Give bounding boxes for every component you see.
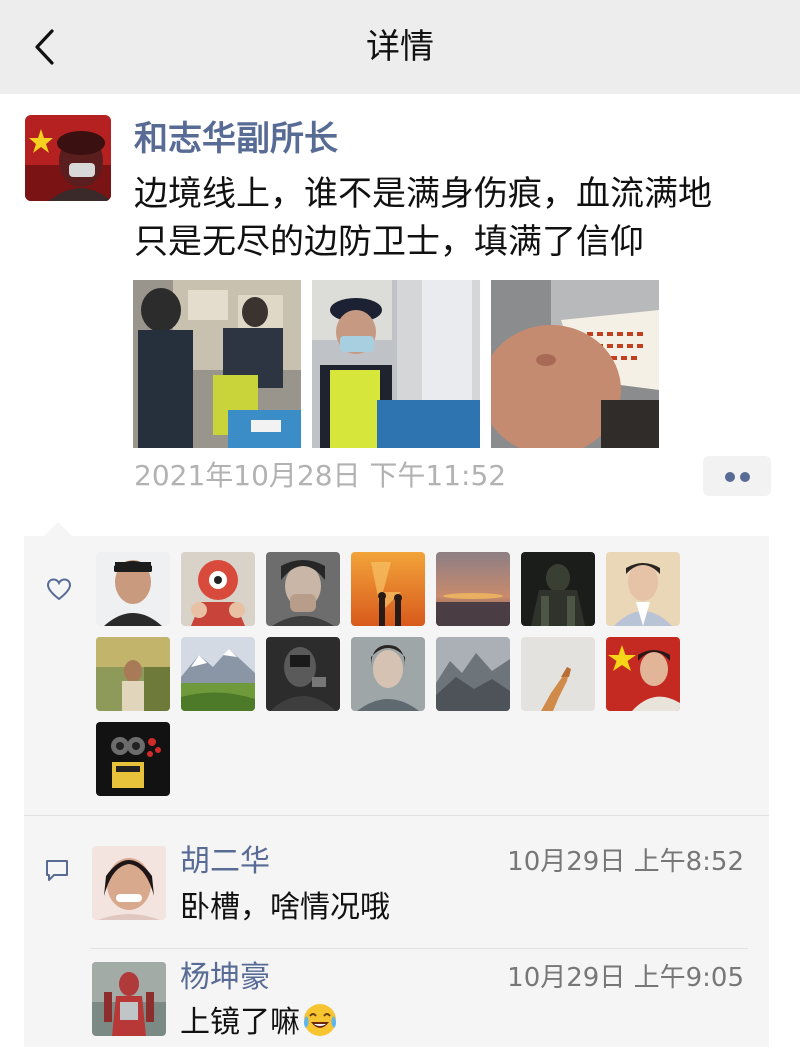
post-text-line: 只是无尽的边防卫士，填满了信仰: [134, 222, 644, 262]
post-text-line: 边境线上，谁不是满身伤痕，血流满地: [134, 174, 712, 214]
liker-avatar[interactable]: [96, 637, 170, 711]
liker-avatar[interactable]: [266, 637, 340, 711]
liker-avatar[interactable]: [606, 637, 680, 711]
liker-avatar[interactable]: [96, 722, 170, 796]
comment-text: 上镜了嘛: [180, 1001, 338, 1045]
panel-pointer: [44, 522, 72, 536]
nav-bar: 详情: [0, 0, 800, 94]
comment-text: 卧槽，啥情况哦: [180, 890, 390, 925]
commenter-name[interactable]: 杨坤豪: [180, 958, 270, 998]
comment-bubble-icon: [46, 860, 68, 881]
more-options-button[interactable]: [703, 456, 771, 496]
liker-avatar[interactable]: [351, 637, 425, 711]
liker-avatar[interactable]: [436, 637, 510, 711]
liker-avatar[interactable]: [606, 552, 680, 626]
liker-avatar[interactable]: [436, 552, 510, 626]
liker-avatar[interactable]: [521, 637, 595, 711]
comment-timestamp: 10月29日 上午9:05: [507, 963, 744, 993]
liker-avatar[interactable]: [181, 637, 255, 711]
post-timestamp: 2021年10月28日 下午11:52: [134, 459, 507, 492]
liker-avatar[interactable]: [96, 552, 170, 626]
post-photo-3[interactable]: [491, 280, 659, 448]
likes-comments-divider: [24, 815, 769, 816]
author-avatar[interactable]: [25, 115, 111, 201]
tears-of-joy-emoji-icon: [304, 1004, 336, 1036]
post-photo-1[interactable]: [133, 280, 301, 448]
liker-avatar[interactable]: [521, 552, 595, 626]
post-photo-2[interactable]: [312, 280, 480, 448]
comment-text-content: 上镜了嘛: [180, 1005, 300, 1040]
heart-icon: [46, 578, 72, 601]
liker-avatar[interactable]: [266, 552, 340, 626]
commenter-avatar[interactable]: [92, 962, 166, 1036]
liker-avatar[interactable]: [181, 552, 255, 626]
author-name[interactable]: 和志华副所长: [134, 116, 338, 162]
post-text: 边境线上，谁不是满身伤痕，血流满地 只是无尽的边防卫士，填满了信仰: [134, 170, 774, 266]
commenter-name[interactable]: 胡二华: [180, 842, 270, 882]
liker-avatar[interactable]: [351, 552, 425, 626]
commenter-avatar[interactable]: [92, 846, 166, 920]
comment-timestamp: 10月29日 上午8:52: [507, 847, 744, 877]
page-title: 详情: [366, 27, 434, 67]
comment-divider: [90, 948, 748, 949]
